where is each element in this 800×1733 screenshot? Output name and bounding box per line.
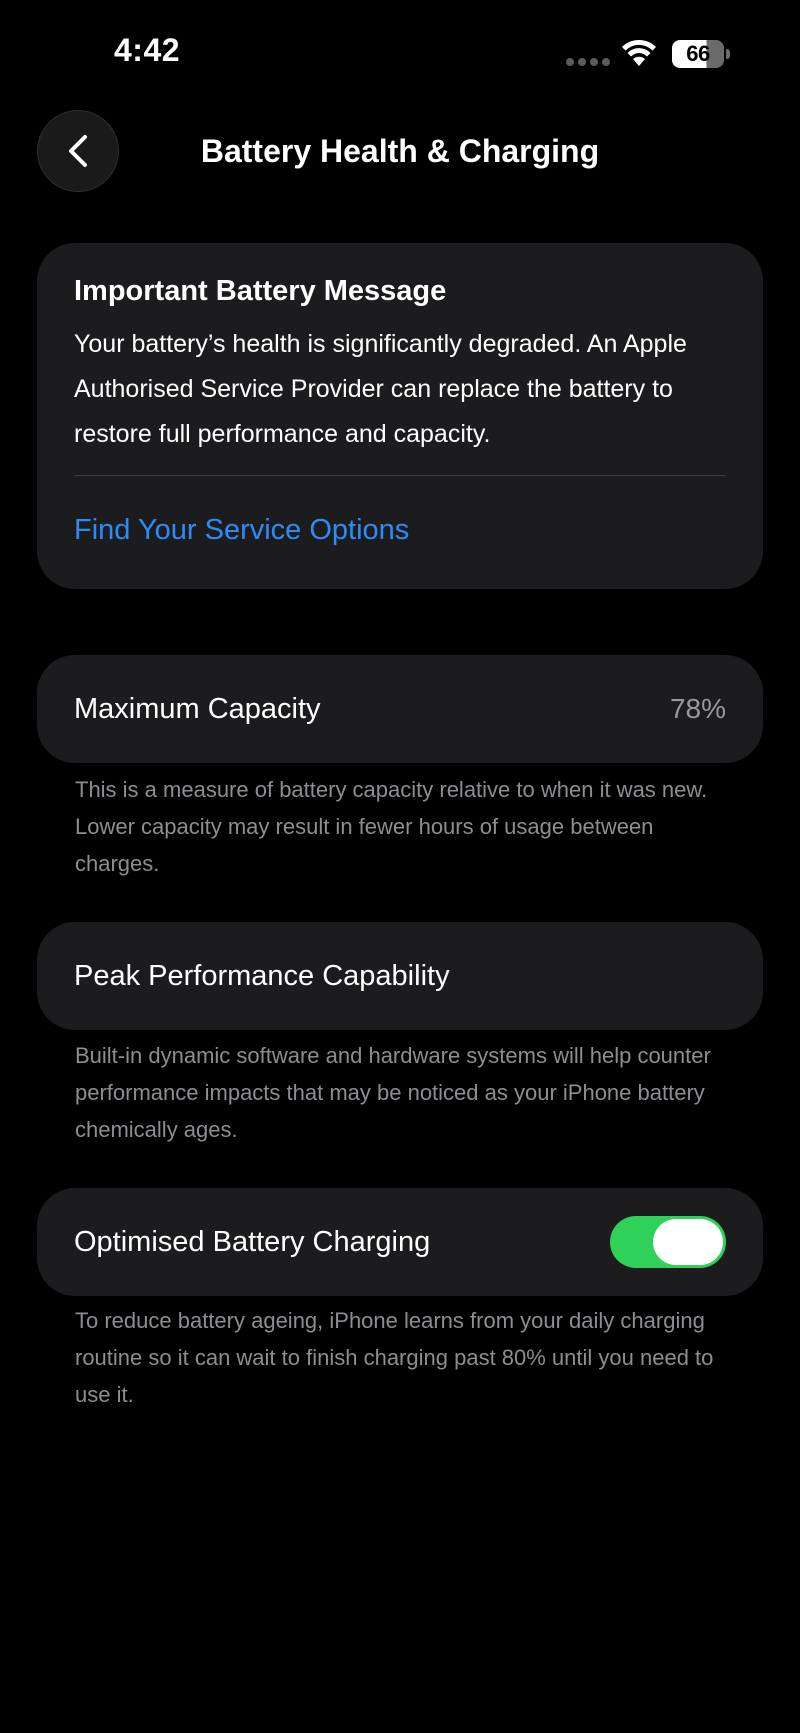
message-title: Important Battery Message [74, 275, 447, 307]
divider [74, 475, 726, 476]
optimised-charging-note: To reduce battery ageing, iPhone learns … [75, 1308, 714, 1407]
message-body: Your battery’s health is significantly d… [74, 330, 687, 448]
peak-performance-label: Peak Performance Capability [74, 959, 450, 992]
battery-level: 66 [686, 41, 710, 66]
maximum-capacity-value: 78% [669, 693, 726, 724]
status-time: 4:42 [114, 32, 181, 68]
optimised-charging-toggle[interactable] [610, 1216, 726, 1268]
signal-dots-icon [566, 58, 610, 66]
wifi-icon [620, 38, 658, 68]
peak-performance-row[interactable]: Peak Performance Capability [37, 922, 763, 1030]
optimised-charging-row: Optimised Battery Charging [37, 1188, 763, 1296]
peak-performance-note: Built-in dynamic software and hardware s… [75, 1043, 711, 1142]
find-service-options-link[interactable]: Find Your Service Options [74, 514, 726, 547]
toggle-knob [653, 1219, 723, 1265]
maximum-capacity-note: This is a measure of battery capacity re… [75, 777, 708, 876]
status-bar: 4:42 66 [0, 0, 800, 100]
page-title: Battery Health & Charging [0, 133, 800, 170]
maximum-capacity-label: Maximum Capacity [74, 692, 321, 725]
maximum-capacity-row: Maximum Capacity 78% [37, 655, 763, 763]
battery-icon: 66 [672, 40, 730, 68]
battery-message-card: Important Battery Message Your battery’s… [37, 243, 763, 589]
page-title-text: Battery Health & Charging [200, 133, 600, 169]
optimised-charging-label: Optimised Battery Charging [74, 1225, 431, 1258]
